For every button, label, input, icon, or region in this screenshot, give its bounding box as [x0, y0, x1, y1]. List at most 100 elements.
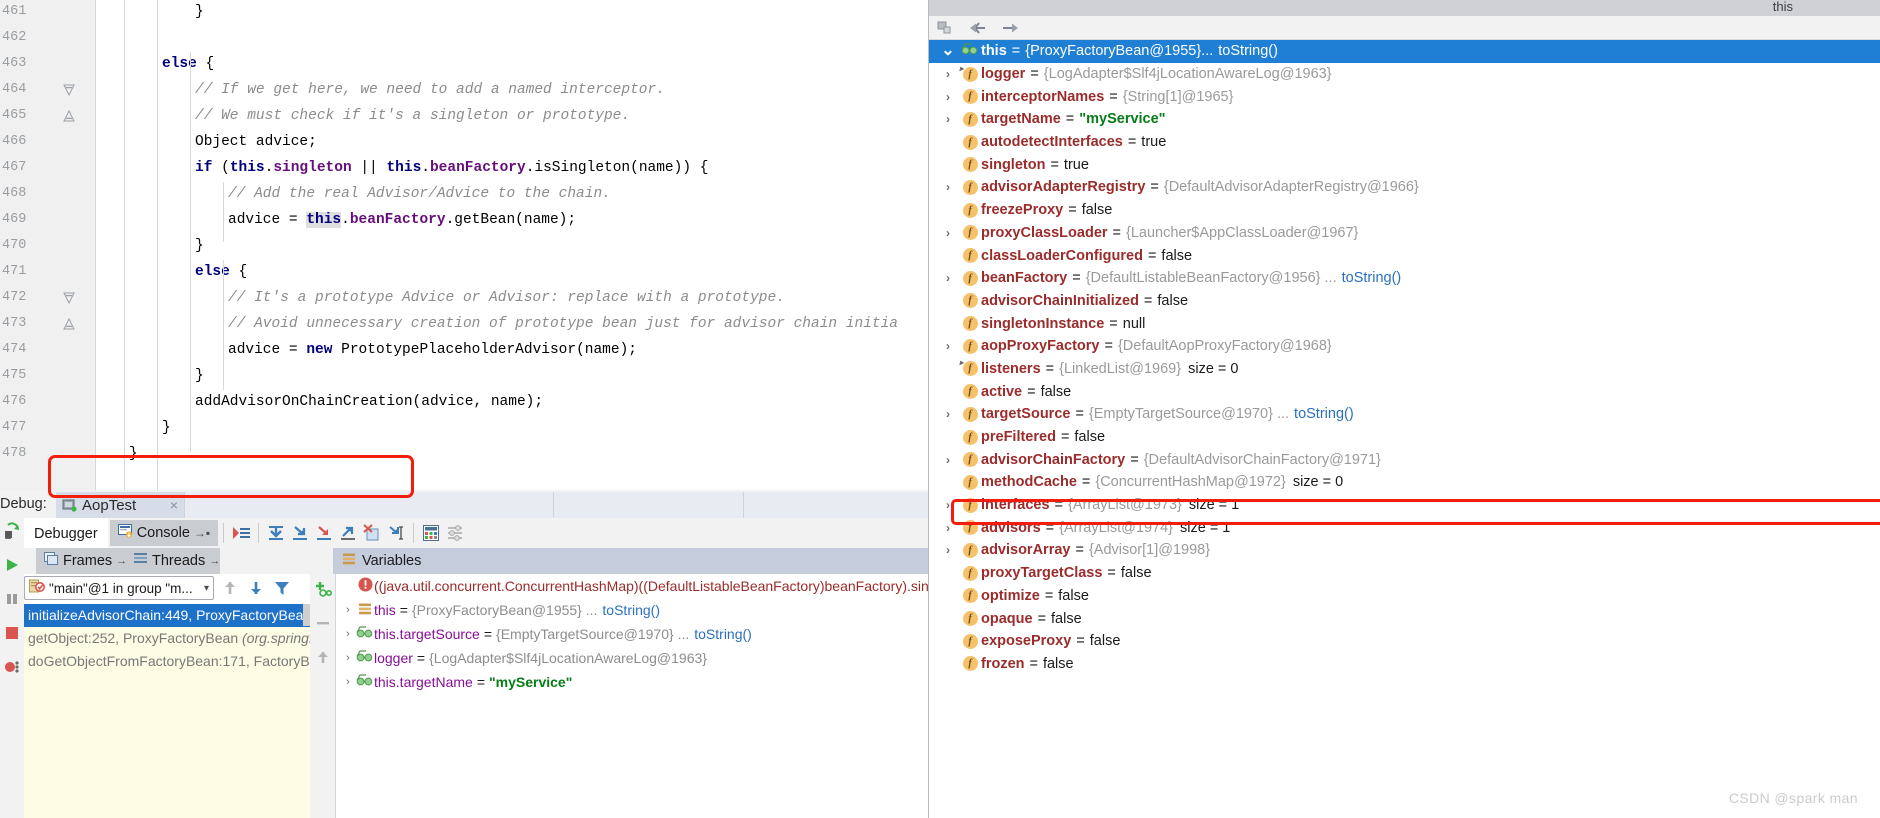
code-line[interactable]: } [96, 415, 171, 441]
inspect-row[interactable]: › f advisorArray = {Advisor[1]@1998} [929, 539, 1880, 562]
chevron-right-icon[interactable]: › [937, 339, 959, 353]
code-line[interactable]: Object advice; [96, 129, 317, 155]
inspect-icon[interactable] [935, 18, 957, 38]
close-icon[interactable]: × [170, 497, 178, 513]
expand-arrow-icon[interactable]: › [340, 628, 356, 640]
inspect-row[interactable]: › f ▸ logger = {LogAdapter$Slf4jLocationAware… [929, 63, 1880, 86]
inspect-tree[interactable]: ⌄ this = {ProxyFactoryBean@1955}... toString… [929, 40, 1880, 818]
fold-expanded-icon[interactable] [62, 83, 76, 97]
chevron-right-icon[interactable]: › [937, 112, 959, 126]
expand-arrow-icon[interactable]: › [340, 652, 356, 664]
inspect-row[interactable]: f active = false [929, 380, 1880, 403]
back-arrow-icon[interactable] [967, 18, 989, 38]
step-over-icon[interactable] [264, 521, 288, 545]
inspect-row[interactable]: f exposeProxy = false [929, 630, 1880, 653]
chevron-down-icon[interactable]: ⌄ [937, 43, 959, 59]
code-line[interactable]: else { [96, 259, 247, 285]
variables-vertical-toolbar[interactable] [310, 574, 336, 818]
code-line[interactable]: // If we get here, we need to add a name… [96, 77, 665, 103]
inspect-toolbar[interactable] [929, 16, 1880, 40]
frames-list[interactable]: initializeAdvisorChain:449, ProxyFactory… [24, 604, 310, 818]
stop-program-icon[interactable] [3, 624, 21, 642]
tab-debugger[interactable]: Debugger [24, 518, 108, 548]
tostring-link[interactable]: toString() [694, 626, 752, 642]
variable-row[interactable]: › this.targetSource = {EmptyTargetSource@19… [336, 622, 928, 646]
code-line[interactable]: addAdvisorOnChainCreation(advice, name); [96, 389, 543, 415]
code-line[interactable]: } [96, 441, 138, 467]
chevron-right-icon[interactable]: › [937, 67, 959, 81]
tostring-link[interactable]: toString() [1218, 43, 1278, 59]
tostring-link[interactable]: toString() [1342, 270, 1402, 286]
inspect-row[interactable]: f singleton = true [929, 153, 1880, 176]
chevron-right-icon[interactable]: › [937, 226, 959, 240]
inspect-row[interactable]: f optimize = false [929, 585, 1880, 608]
inspect-row[interactable]: f opaque = false [929, 607, 1880, 630]
inspect-row[interactable]: › f advisorChainFactory = {DefaultAdvisorCha… [929, 448, 1880, 471]
tab-console[interactable]: Console →▪ [109, 520, 219, 546]
chevron-right-icon[interactable]: › [937, 543, 959, 557]
thread-selector[interactable]: "main"@1 in group "m... ▾ [24, 576, 214, 600]
force-step-into-icon[interactable] [312, 521, 336, 545]
run-to-cursor-icon[interactable] [384, 521, 408, 545]
down-the-stack-icon[interactable] [246, 578, 266, 598]
debug-panes-header[interactable]: Frames →▪ Threads →▪ Variables [24, 548, 928, 574]
inspect-row[interactable]: › f beanFactory = {DefaultListableBeanFactor… [929, 267, 1880, 290]
inspect-row[interactable]: ⌄ this = {ProxyFactoryBean@1955}... toString… [929, 40, 1880, 63]
inspect-window[interactable]: this ⌄ this = {ProxyFactoryBean@1955}... toS… [928, 0, 1880, 818]
inspect-row[interactable]: › f interceptorNames = {String[1]@1965} [929, 85, 1880, 108]
inspect-row[interactable]: › f targetSource = {EmptyTargetSource@1970} … [929, 403, 1880, 426]
inspect-row[interactable]: f proxyTargetClass = false [929, 562, 1880, 585]
pause-program-icon[interactable] [3, 590, 21, 608]
code-line[interactable]: // Avoid unnecessary creation of prototy… [96, 311, 898, 337]
inspect-row[interactable]: f advisorChainInitialized = false [929, 290, 1880, 313]
inspect-row[interactable]: › f targetName = "myService" [929, 108, 1880, 131]
inspect-row[interactable]: › f proxyClassLoader = {Launcher$AppClassLoa… [929, 222, 1880, 245]
frames-scrollbar[interactable] [303, 604, 310, 626]
view-breakpoints-icon[interactable] [3, 658, 21, 676]
chevron-right-icon[interactable]: › [937, 271, 959, 285]
debug-session-tab[interactable]: AopTest × [56, 492, 184, 518]
code-line[interactable]: // It's a prototype Advice or Advisor: r… [96, 285, 785, 311]
inspect-row[interactable]: › f advisorAdapterRegistry = {DefaultAdvisor… [929, 176, 1880, 199]
inspect-row[interactable]: f classLoaderConfigured = false [929, 244, 1880, 267]
drop-frame-icon[interactable] [360, 521, 384, 545]
inspect-row[interactable]: f methodCache = {ConcurrentHashMap@1972} siz… [929, 471, 1880, 494]
resume-program-icon[interactable] [3, 556, 21, 574]
up-the-stack-icon[interactable] [220, 578, 240, 598]
inspect-row[interactable]: › f interfaces = {ArrayList@1973} size = 1 [929, 494, 1880, 517]
restart-icon[interactable] [3, 522, 21, 540]
step-out-icon[interactable] [336, 521, 360, 545]
chevron-right-icon[interactable]: › [937, 521, 959, 535]
fold-collapse-icon[interactable] [62, 109, 76, 123]
filter-icon[interactable] [272, 578, 292, 598]
inspect-row[interactable]: f preFiltered = false [929, 426, 1880, 449]
chevron-right-icon[interactable]: › [937, 407, 959, 421]
code-line[interactable]: // We must check if it's a singleton or … [96, 103, 630, 129]
forward-arrow-icon[interactable] [999, 18, 1021, 38]
code-line[interactable]: } [96, 233, 204, 259]
expand-arrow-icon[interactable]: › [340, 604, 356, 616]
tab-variables[interactable]: Variables [334, 548, 928, 574]
frame-row[interactable]: getObject:252, ProxyFactoryBean (org.spr… [24, 627, 310, 650]
remove-watch-icon[interactable] [314, 614, 332, 632]
pin-icon[interactable]: →▪ [194, 526, 210, 540]
chevron-down-icon[interactable]: ▾ [204, 583, 209, 594]
code-line[interactable]: } [96, 0, 204, 25]
code-line[interactable]: if (this.singleton || this.beanFactory.i… [96, 155, 708, 181]
evaluate-expression-icon[interactable] [419, 521, 443, 545]
fold-expanded-icon[interactable] [62, 291, 76, 305]
code-line[interactable]: // Add the real Advisor/Advice to the ch… [96, 181, 611, 207]
inspect-row[interactable]: f ▸ listeners = {LinkedList@1969} size = 0 [929, 358, 1880, 381]
variable-row[interactable]: › this = {ProxyFactoryBean@1955} ... toStrin… [336, 598, 928, 622]
debugger-toolbar[interactable]: Debugger Console →▪ [24, 518, 928, 548]
variables-tree[interactable]: ((java.util.concurrent.ConcurrentHashMap… [336, 574, 928, 818]
fold-gutter[interactable] [58, 0, 96, 500]
tab-frames[interactable]: Frames →▪ [36, 548, 140, 574]
chevron-right-icon[interactable]: › [937, 453, 959, 467]
move-watch-up-icon[interactable] [314, 648, 332, 666]
variable-row[interactable]: › this.targetName = "myService" [336, 670, 928, 694]
settings-icon[interactable] [443, 521, 467, 545]
inspect-row[interactable]: f autodetectInterfaces = true [929, 131, 1880, 154]
chevron-right-icon[interactable]: › [937, 180, 959, 194]
frame-row[interactable]: doGetObjectFromFactoryBean:171, FactoryB… [24, 650, 310, 673]
